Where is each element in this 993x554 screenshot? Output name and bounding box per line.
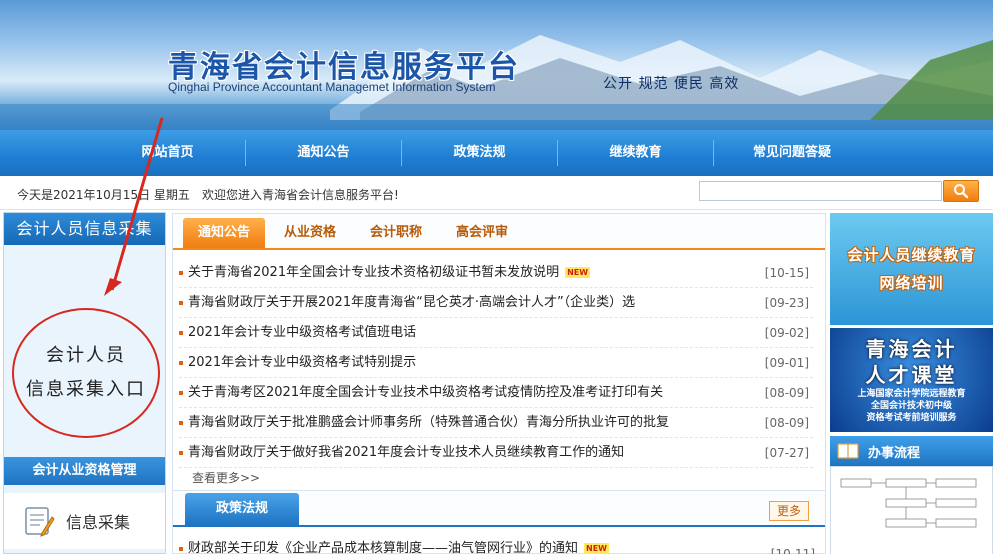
promo2-small-1: 上海国家会计学院远程教育 <box>857 389 966 399</box>
news-date: [09-01] <box>764 356 809 370</box>
news-title[interactable]: 青海省财政厅关于批准鹏盛会计师事务所（特殊普通合伙）青海分所执业许可的批复 <box>188 408 669 438</box>
promo2-line-2: 人才课堂 <box>865 363 958 387</box>
bullet-icon <box>179 330 183 335</box>
current-date: 今天是2021年10月15日 星期五 <box>17 188 190 202</box>
policies-more-button[interactable]: 更多 <box>769 501 809 521</box>
news-date: [09-23] <box>764 296 809 310</box>
news-item[interactable]: 青海省财政厅关于批准鹏盛会计师事务所（特殊普通合伙）青海分所执业许可的批复 [0… <box>179 408 813 438</box>
site-slogan: 公开 规范 便民 高效 <box>603 76 740 92</box>
left-sidebar: 会计人员信息采集 会计人员 信息采集入口 会计从业资格管理 信息采集 <box>3 212 166 554</box>
search-input[interactable] <box>699 181 942 201</box>
bullet-icon <box>179 360 183 365</box>
view-more-link[interactable]: 查看更多>> <box>192 469 260 486</box>
right-sidebar: 会计人员继续教育 网络培训 青海会计 人才课堂 上海国家会计学院远程教育 全国会… <box>830 213 993 554</box>
continuing-education-banner[interactable]: 会计人员继续教育 网络培训 <box>830 213 993 325</box>
news-date: [08-09] <box>764 416 809 430</box>
workflow-label: 办事流程 <box>868 445 921 461</box>
flowchart-icon <box>840 478 977 528</box>
news-title[interactable]: 关于青海省2021年全国会计专业技术资格初级证书暂未发放说明 <box>188 258 559 288</box>
bullet-icon <box>179 420 183 425</box>
tab-policies[interactable]: 政策法规 <box>185 493 299 525</box>
news-title[interactable]: 2021年会计专业中级资格考试值班电话 <box>188 318 416 348</box>
policies-panel: 政策法规 更多 财政部关于印发《企业产品成本核算制度——油气管网行业》的通知 N… <box>172 490 826 554</box>
talent-classroom-banner[interactable]: 青海会计 人才课堂 上海国家会计学院远程教育 全国会计技术初中级 资格考试考前培… <box>830 328 993 432</box>
search-button[interactable] <box>943 180 979 202</box>
news-item[interactable]: 关于青海考区2021年度全国会计专业技术中级资格考试疫情防控及准考证打印有关 [… <box>179 378 813 408</box>
news-title[interactable]: 2021年会计专业中级资格考试特别提示 <box>188 348 416 378</box>
site-banner: 青海省会计信息服务平台 Qinghai Province Accountant … <box>0 0 993 130</box>
news-item[interactable]: 2021年会计专业中级资格考试值班电话 [09-02] <box>179 318 813 348</box>
news-item[interactable]: 青海省财政厅关于做好我省2021年度会计专业技术人员继续教育工作的通知 [07-… <box>179 438 813 468</box>
news-title[interactable]: 关于青海考区2021年度全国会计专业技术中级资格考试疫情防控及准考证打印有关 <box>188 378 663 408</box>
bullet-icon <box>179 390 183 395</box>
search-icon <box>954 184 969 199</box>
policy-title[interactable]: 财政部关于印发《企业产品成本核算制度——油气管网行业》的通知 <box>188 534 578 554</box>
nav-item-faq[interactable]: 常见问题答疑 <box>714 140 870 166</box>
promo2-small-3: 资格考试考前培训服务 <box>866 413 957 423</box>
workflow-diagram-thumbnail[interactable] <box>830 466 993 554</box>
news-date: [08-09] <box>764 386 809 400</box>
promo2-line-1: 青海会计 <box>865 337 958 361</box>
bullet-icon <box>179 450 183 455</box>
bullet-icon <box>179 270 183 275</box>
promo1-line-2: 网络培训 <box>879 274 944 292</box>
nav-item-notices[interactable]: 通知公告 <box>246 140 402 166</box>
info-collect-link[interactable]: 信息采集 <box>4 493 165 549</box>
nav-item-continuing-education[interactable]: 继续教育 <box>558 140 714 166</box>
news-list: 关于青海省2021年全国会计专业技术资格初级证书暂未发放说明 NEW [10-1… <box>173 250 825 468</box>
promo2-small-2: 全国会计技术初中级 <box>870 401 952 411</box>
policies-tab-bar: 政策法规 更多 <box>173 491 825 527</box>
policy-date: [10-11] <box>770 547 815 554</box>
nav-item-home[interactable]: 网站首页 <box>90 140 246 166</box>
news-date: [07-27] <box>764 446 809 460</box>
news-item[interactable]: 关于青海省2021年全国会计专业技术资格初级证书暂未发放说明 NEW [10-1… <box>179 258 813 288</box>
news-title[interactable]: 青海省财政厅关于开展2021年度青海省“昆仑英才·高端会计人才”（企业类）选 <box>188 288 635 318</box>
nav-item-policies[interactable]: 政策法规 <box>402 140 558 166</box>
notepad-icon <box>25 507 55 537</box>
news-item[interactable]: 2021年会计专业中级资格考试特别提示 [09-01] <box>179 348 813 378</box>
notices-tab-bar: 通知公告 从业资格 会计职称 高会评审 <box>173 214 825 250</box>
tab-qualification[interactable]: 从业资格 <box>269 218 351 248</box>
tab-accounting-titles[interactable]: 会计职称 <box>355 218 437 248</box>
tab-notices[interactable]: 通知公告 <box>183 218 266 248</box>
news-item[interactable]: 青海省财政厅关于开展2021年度青海省“昆仑英才·高端会计人才”（企业类）选 [… <box>179 288 813 318</box>
promo1-line-1: 会计人员继续教育 <box>847 246 976 264</box>
annotation-line-1: 会计人员 <box>46 345 126 366</box>
notices-panel: 通知公告 从业资格 会计职称 高会评审 关于青海省2021年全国会计专业技术资格… <box>172 213 826 503</box>
workflow-header[interactable]: 办事流程 <box>830 436 993 466</box>
info-collection-entry-annotation: 会计人员 信息采集入口 <box>12 308 160 438</box>
book-icon <box>837 443 859 459</box>
policy-item[interactable]: 财政部关于印发《企业产品成本核算制度——油气管网行业》的通知 NEW [10-1… <box>179 539 819 554</box>
news-date: [10-15] <box>764 266 809 280</box>
news-date: [09-02] <box>764 326 809 340</box>
accountant-info-collection-header[interactable]: 会计人员信息采集 <box>4 213 165 245</box>
bullet-icon <box>179 546 183 551</box>
annotation-line-2: 信息采集入口 <box>26 379 146 400</box>
news-title[interactable]: 青海省财政厅关于做好我省2021年度会计专业技术人员继续教育工作的通知 <box>188 438 624 468</box>
new-badge: NEW <box>565 267 591 278</box>
welcome-message: 欢迎您进入青海省会计信息服务平台! <box>202 188 399 202</box>
new-badge: NEW <box>584 543 609 554</box>
site-subtitle: Qinghai Province Accountant Managemet In… <box>168 80 496 94</box>
bullet-icon <box>179 300 183 305</box>
main-nav: 网站首页 通知公告 政策法规 继续教育 常见问题答疑 <box>0 130 993 176</box>
tab-senior-review[interactable]: 高会评审 <box>441 218 523 248</box>
info-collect-label: 信息采集 <box>66 513 131 532</box>
qualification-management-header: 会计从业资格管理 <box>4 457 165 485</box>
